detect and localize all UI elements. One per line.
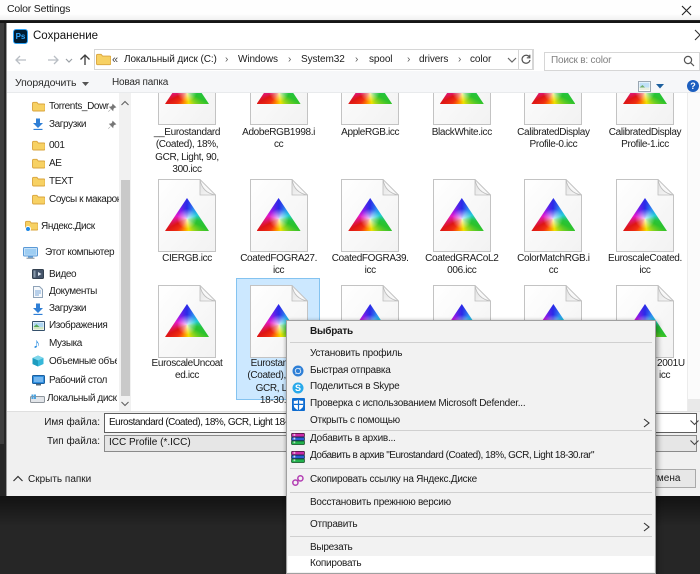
svg-text:S: S <box>295 383 301 393</box>
